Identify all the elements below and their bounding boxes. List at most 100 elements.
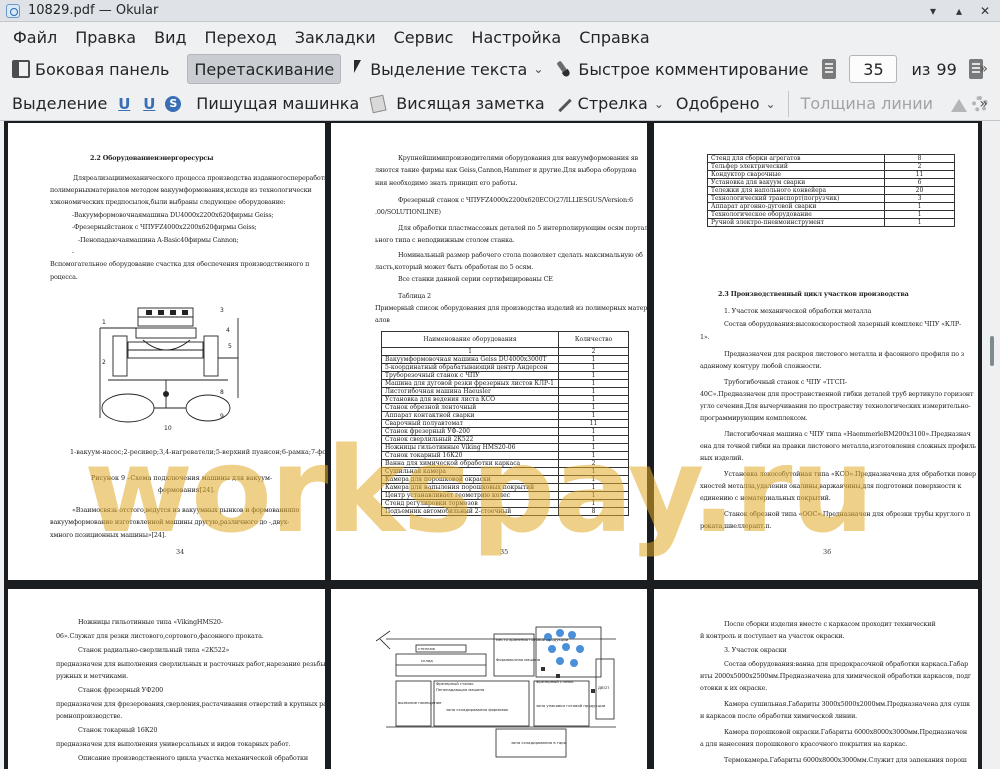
- text-selection-button[interactable]: Выделение текста ⌄: [345, 54, 549, 84]
- chevron-down-icon[interactable]: ⌄: [533, 62, 543, 76]
- line-width-control[interactable]: Толщина линии: [795, 89, 940, 119]
- menu-tools[interactable]: Сервис: [387, 28, 461, 47]
- quantity-cell: 1: [558, 451, 629, 460]
- quantity-cell: 1: [558, 427, 629, 436]
- svg-text:8: 8: [220, 389, 224, 396]
- text-line: 1».: [700, 333, 710, 341]
- underline-icon[interactable]: U: [117, 95, 131, 113]
- table-header-row: Наименование оборудования Количество: [381, 331, 629, 348]
- text-line: хмного позиционных машины»[24].: [50, 531, 166, 539]
- equipment-name-cell: Сварочный полуавтомат: [381, 419, 559, 428]
- floor-plan-diagram: стеллаж склад место хранения готовой про…: [376, 626, 616, 758]
- equipment-name-cell: Стенд для сборки агрегатов: [707, 154, 885, 163]
- quantity-cell: 1: [558, 387, 629, 396]
- quantity-cell: 1: [558, 499, 629, 508]
- annotation-toolbar-overflow[interactable]: »: [979, 96, 988, 112]
- shape-icon[interactable]: [951, 96, 968, 112]
- browse-tool-button[interactable]: Перетаскивание: [187, 54, 342, 84]
- plan-label: Формовочная машина: [496, 657, 540, 662]
- table-title: Таблица 2: [398, 292, 431, 300]
- maximize-button[interactable]: ▴: [950, 2, 968, 20]
- quantity-cell: 1: [558, 491, 629, 500]
- text-line: ьного типа с неподвижным столом станка.: [375, 236, 515, 244]
- menu-help[interactable]: Справка: [572, 28, 657, 47]
- squiggle-icon[interactable]: U: [142, 95, 156, 113]
- quantity-cell: 1: [558, 371, 629, 380]
- table-row: Станок обрезной ленточный 1: [381, 403, 629, 412]
- table-row: Станок сверлильный 2К522 1: [381, 435, 629, 444]
- quantity-cell: 2: [884, 162, 955, 171]
- page-number-input[interactable]: 35: [849, 55, 898, 83]
- plan-label: склад: [421, 658, 433, 663]
- strikeout-icon[interactable]: S: [165, 95, 182, 112]
- quantity-cell: 1: [884, 202, 955, 211]
- equipment-name-cell: Аппарат контактной сварки: [381, 411, 559, 420]
- menu-settings[interactable]: Настройка: [464, 28, 568, 47]
- table-row: Подъемник автомобильный 2-стоечный 8: [381, 507, 629, 516]
- text-line: ных изделий.: [700, 454, 744, 462]
- popup-note-label: Висящая заметка: [396, 94, 545, 113]
- stamp-tool[interactable]: Одобрено ⌄: [670, 89, 782, 119]
- text-line: 1. Участок механической обработки металл…: [724, 307, 872, 315]
- text-line: Станок токарный 16К20: [78, 726, 158, 734]
- scrollbar-thumb[interactable]: [990, 336, 994, 366]
- typewriter-label: Пишущая машинка: [196, 94, 360, 113]
- table-row: Машина для дуговой резки фрезерных листо…: [381, 379, 629, 388]
- quantity-cell: 2: [558, 459, 629, 468]
- menu-edit[interactable]: Правка: [68, 28, 143, 47]
- text-line: -Фрезерныйстанок с ЧПУFZ4000x2200x620фир…: [72, 223, 257, 231]
- document-viewport[interactable]: 2.2 Оборудованиеиэнергоресурсы Длярeализ…: [4, 121, 982, 769]
- minimize-button[interactable]: ▾: [924, 2, 942, 20]
- vertical-scrollbar[interactable]: [984, 121, 1000, 769]
- page-37: Ножницы гильотинные типа «VikingHMS20- 0…: [8, 589, 325, 769]
- toolbar-overflow-button[interactable]: »: [979, 61, 988, 77]
- equipment-name-cell: Станок токарный 16К20: [381, 451, 559, 460]
- menu-view[interactable]: Вид: [147, 28, 193, 47]
- popup-note-tool[interactable]: Висящая заметка: [365, 89, 550, 119]
- table-row: Станок токарный 16К20 1: [381, 451, 629, 460]
- equipment-name-cell: Подъемник автомобильный 2-стоечный: [381, 507, 559, 516]
- text-line: ляются такие фирмы как Geiss,Cannon,Hamm…: [375, 166, 637, 174]
- table-row: Технологический транспорт(погрузчик) 3: [707, 194, 955, 203]
- text-line: -: [72, 248, 75, 256]
- section-heading: 2.2 Оборудованиеиэнергоресурсы: [90, 154, 214, 162]
- highlight-tool[interactable]: Выделение: [6, 89, 113, 119]
- chevron-down-icon[interactable]: ⌄: [654, 97, 664, 111]
- plan-label: Пенопадающая машина: [436, 687, 484, 692]
- equipment-name-cell: Установка для ведения листа КСО: [381, 395, 559, 404]
- menu-go[interactable]: Переход: [198, 28, 284, 47]
- arrow-tool[interactable]: Стрелка ⌄: [551, 89, 670, 119]
- text-line: -Вакуумформовочнаямашина DU4000x2200x620…: [72, 211, 274, 219]
- typewriter-tool[interactable]: Пишущая машинка: [190, 89, 365, 119]
- equipment-name-cell: Станок фрезерный УФ-200: [381, 427, 559, 436]
- quantity-cell: 1: [558, 363, 629, 372]
- plan-label: вызвоние помещение: [398, 700, 442, 705]
- annotation-toolbar: Выделение U U S Пишущая машинка Висящая …: [0, 87, 1000, 121]
- stamp-label: Одобрено: [675, 94, 760, 113]
- text-line: Станок обрезной типа «ООС».Предназначен …: [724, 510, 971, 518]
- text-line: предназначен для выполнения универсальны…: [56, 740, 291, 748]
- main-toolbar: Боковая панель Перетаскивание Выделение …: [0, 52, 1000, 86]
- text-line: ена для точной гибки на правки листового…: [700, 442, 976, 450]
- table-header-cell: Количество: [558, 331, 629, 348]
- table-row: Вакуумформовочная машина Geiss DU4000x30…: [381, 355, 629, 364]
- text-line: Термокамера.Габариты 6000x8000x3000мм.Сл…: [724, 756, 967, 764]
- menu-file[interactable]: Файл: [6, 28, 64, 47]
- quick-annotations-button[interactable]: Быстрое комментирование: [549, 54, 814, 84]
- previous-page-icon[interactable]: [822, 59, 837, 79]
- quantity-cell: 1: [558, 355, 629, 364]
- text-line: предназначен для выполнения сверлильных …: [56, 660, 325, 668]
- equipment-name-cell: Вакуумформовочная машина Geiss DU4000x30…: [381, 355, 559, 364]
- page-count: 99: [936, 59, 957, 79]
- table-row: Стенд для сборки агрегатов 8: [707, 154, 955, 163]
- equipment-name-cell: Технологический транспорт(погрузчик): [707, 194, 885, 203]
- section-heading: 2.3 Производственный цикл участков произ…: [718, 290, 909, 298]
- chevron-down-icon[interactable]: ⌄: [765, 97, 775, 111]
- sidebar-button[interactable]: Боковая панель: [6, 54, 175, 84]
- close-button[interactable]: ✕: [976, 2, 994, 20]
- table-row: Листогибочная машина Haeusler 1: [381, 387, 629, 396]
- equipment-name-cell: Станок сверлильный 2К522: [381, 435, 559, 444]
- menu-bookmarks[interactable]: Закладки: [288, 28, 383, 47]
- brush-icon: [552, 56, 577, 81]
- cursor-icon: [351, 60, 365, 78]
